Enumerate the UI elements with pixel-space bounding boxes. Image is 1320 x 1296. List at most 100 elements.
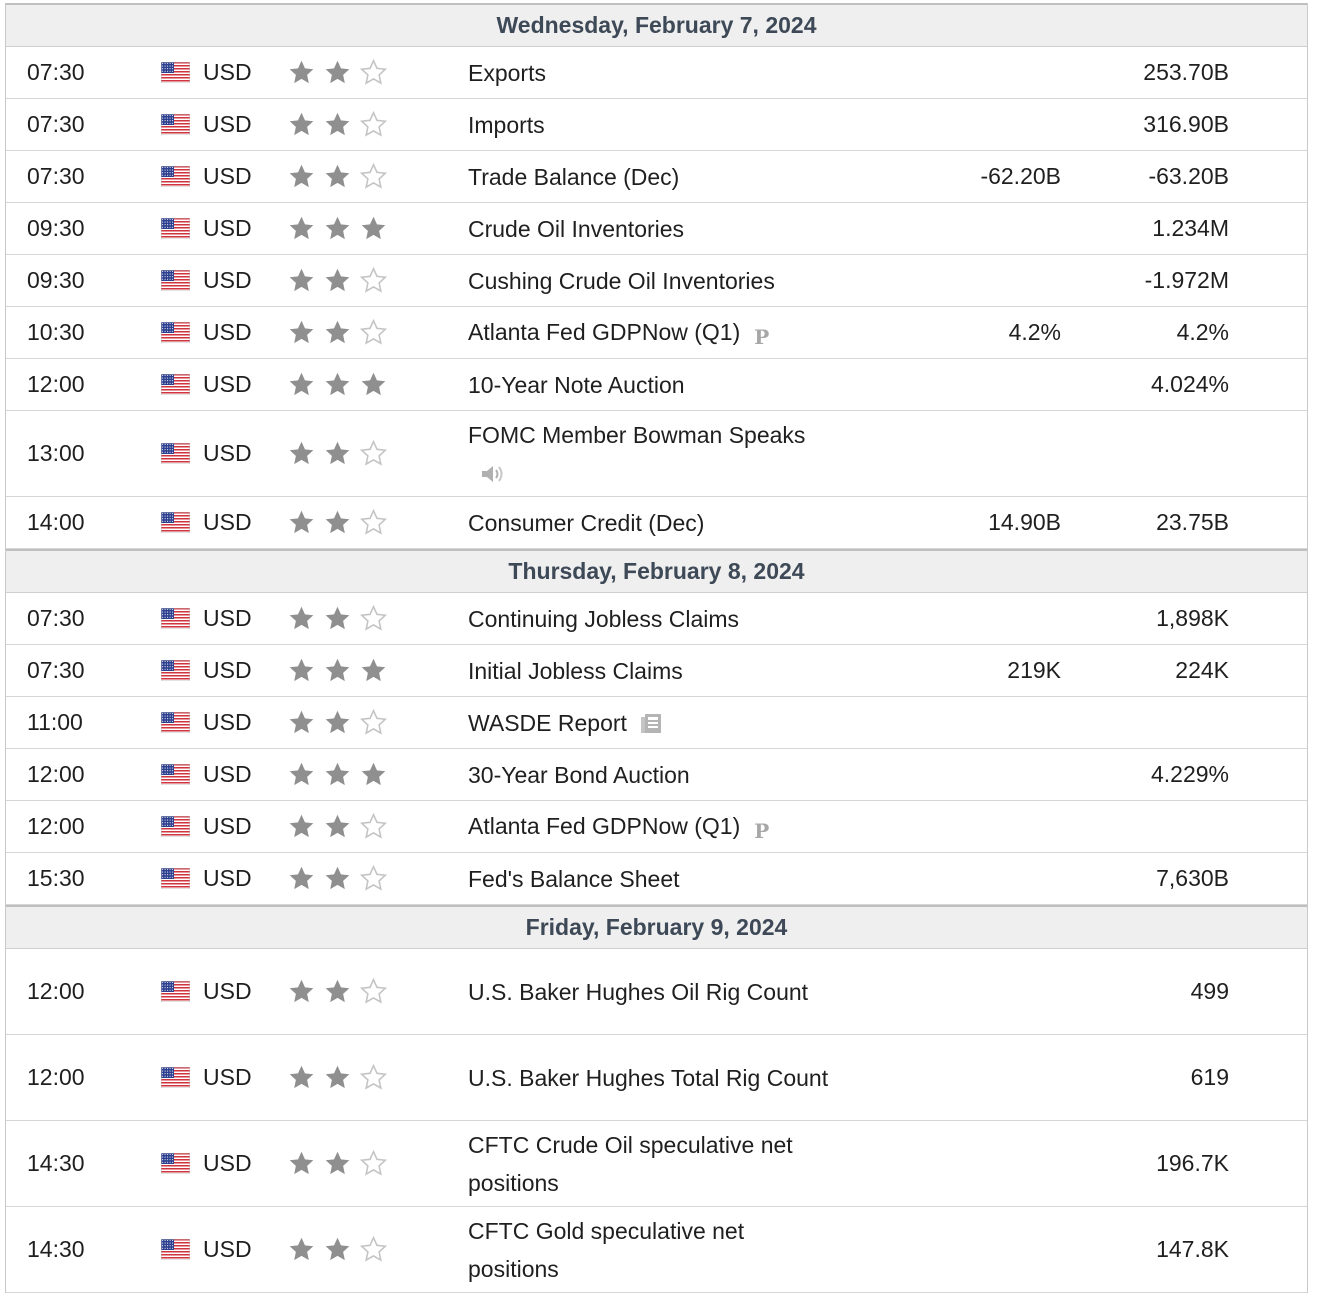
event-time: 09:30 — [27, 215, 85, 241]
table-row[interactable]: 12:00 USD 30-Year Bond Auction 4.229% — [6, 749, 1307, 801]
event-name-link[interactable]: 10-Year Note Auction — [468, 372, 685, 398]
currency: USD — [203, 111, 252, 137]
star-empty-icon — [360, 1236, 387, 1262]
event-name-link[interactable]: Atlanta Fed GDPNow (Q1) — [468, 319, 740, 345]
currency: USD — [203, 59, 252, 85]
star-filled-icon — [289, 372, 314, 396]
star-empty-icon — [360, 59, 387, 85]
us-flag-icon — [161, 1153, 190, 1174]
table-row[interactable]: 09:30 USD Cushing Crude Oil Inventories -1.… — [6, 255, 1307, 307]
flag-cell — [161, 411, 190, 496]
table-row[interactable]: 14:00 USD Consumer Credit (Dec) 14.90B 23.75… — [6, 497, 1307, 549]
table-row[interactable]: 07:30 USD Imports 316.90B — [6, 99, 1307, 151]
event-cell: 30-Year Bond Auction — [468, 749, 838, 800]
table-row[interactable]: 14:30 USD CFTC Crude Oil speculative net p… — [6, 1121, 1307, 1207]
previous-value: 7,630B — [1156, 865, 1229, 891]
table-row[interactable]: 12:00 USD U.S. Baker Hughes Total Rig Coun… — [6, 1035, 1307, 1121]
day-header: Wednesday, February 7, 2024 — [6, 3, 1307, 47]
table-row[interactable]: 13:00 USD FOMC Member Bowman Speaks — [6, 411, 1307, 497]
event-cell: 10-Year Note Auction — [468, 359, 838, 410]
event-name-link[interactable]: Consumer Credit (Dec) — [468, 510, 704, 536]
table-row[interactable]: 09:30 USD Crude Oil Inventories 1.234M — [6, 203, 1307, 255]
event-name-link[interactable]: 30-Year Bond Auction — [468, 762, 690, 788]
event-name-link[interactable]: U.S. Baker Hughes Oil Rig Count — [468, 979, 808, 1005]
previous-value: 4.229% — [1150, 761, 1229, 787]
flag-cell — [161, 203, 190, 254]
event-name-link[interactable]: CFTC Gold speculative net positions — [468, 1218, 744, 1282]
star-filled-icon — [289, 441, 314, 465]
event-name-link[interactable]: CFTC Crude Oil speculative net positions — [468, 1132, 793, 1196]
flag-cell — [161, 949, 190, 1034]
event-name-link[interactable]: Atlanta Fed GDPNow (Q1) — [468, 813, 740, 839]
event-cell: Crude Oil Inventories — [468, 203, 838, 254]
us-flag-icon — [161, 816, 190, 837]
currency: USD — [203, 657, 252, 683]
table-row[interactable]: 07:30 USD Exports 253.70B — [6, 47, 1307, 99]
day-header: Friday, February 9, 2024 — [6, 905, 1307, 949]
event-cell: U.S. Baker Hughes Total Rig Count — [468, 1035, 838, 1120]
star-empty-icon — [360, 440, 387, 466]
previous-value: 23.75B — [1156, 509, 1229, 535]
table-row[interactable]: 07:30 USD Continuing Jobless Claims 1,898K — [6, 593, 1307, 645]
event-name-link[interactable]: FOMC Member Bowman Speaks — [468, 422, 805, 448]
event-time: 12:00 — [27, 1064, 85, 1090]
star-filled-icon — [325, 164, 350, 188]
currency: USD — [203, 440, 252, 466]
event-time: 12:00 — [27, 371, 85, 397]
star-filled-icon — [289, 1237, 314, 1261]
event-name-link[interactable]: U.S. Baker Hughes Total Rig Count — [468, 1065, 828, 1091]
event-name-link[interactable]: Initial Jobless Claims — [468, 658, 683, 684]
star-filled-icon — [289, 60, 314, 84]
star-filled-icon — [289, 216, 314, 240]
event-time: 11:00 — [27, 709, 83, 735]
event-time: 12:00 — [27, 813, 85, 839]
flag-cell — [161, 359, 190, 410]
star-filled-icon — [289, 814, 314, 838]
star-filled-icon — [325, 979, 350, 1003]
previous-value: -63.20B — [1148, 163, 1229, 189]
currency: USD — [203, 865, 252, 891]
table-row[interactable]: 15:30 USD Fed's Balance Sheet 7,630B — [6, 853, 1307, 905]
event-name-link[interactable]: Crude Oil Inventories — [468, 216, 684, 242]
event-time: 07:30 — [27, 163, 85, 189]
previous-value: 499 — [1190, 978, 1229, 1004]
importance-rating — [288, 151, 396, 202]
importance-rating — [288, 411, 396, 496]
event-cell: Imports — [468, 99, 838, 150]
table-row[interactable]: 07:30 USD Initial Jobless Claims 219K 224K — [6, 645, 1307, 697]
star-filled-icon — [325, 658, 350, 682]
star-filled-icon — [325, 112, 350, 136]
previous-value: 316.90B — [1143, 111, 1229, 137]
event-name-link[interactable]: Trade Balance (Dec) — [468, 164, 679, 190]
star-filled-icon — [289, 164, 314, 188]
us-flag-icon — [161, 218, 190, 239]
event-name-link[interactable]: Imports — [468, 112, 545, 138]
star-filled-icon — [325, 814, 350, 838]
previous-value: 224K — [1175, 657, 1229, 683]
event-name-link[interactable]: Cushing Crude Oil Inventories — [468, 268, 775, 294]
event-name-link[interactable]: Exports — [468, 60, 546, 86]
currency: USD — [203, 319, 252, 345]
table-row[interactable]: 10:30 USD Atlanta Fed GDPNow (Q1) P 4.2% 4.2% — [6, 307, 1307, 359]
preliminary-icon: P — [754, 819, 770, 843]
day-header: Thursday, February 8, 2024 — [6, 549, 1307, 593]
us-flag-icon — [161, 764, 190, 785]
previous-value: 4.024% — [1150, 371, 1229, 397]
us-flag-icon — [161, 608, 190, 629]
event-name-link[interactable]: WASDE Report — [468, 710, 627, 736]
star-empty-icon — [360, 813, 387, 839]
table-row[interactable]: 07:30 USD Trade Balance (Dec) -62.20B -63.20… — [6, 151, 1307, 203]
currency: USD — [203, 267, 252, 293]
currency: USD — [203, 813, 252, 839]
star-filled-icon — [361, 216, 386, 240]
table-row[interactable]: 12:00 USD 10-Year Note Auction 4.024% — [6, 359, 1307, 411]
currency: USD — [203, 1064, 252, 1090]
event-name-link[interactable]: Continuing Jobless Claims — [468, 606, 739, 632]
table-row[interactable]: 12:00 USD Atlanta Fed GDPNow (Q1) P — [6, 801, 1307, 853]
table-row[interactable]: 14:30 USD CFTC Gold speculative net positi… — [6, 1207, 1307, 1293]
currency: USD — [203, 509, 252, 535]
table-row[interactable]: 11:00 USD WASDE Report — [6, 697, 1307, 749]
event-name-link[interactable]: Fed's Balance Sheet — [468, 866, 680, 892]
importance-rating — [288, 307, 396, 358]
table-row[interactable]: 12:00 USD U.S. Baker Hughes Oil Rig Count 4… — [6, 949, 1307, 1035]
